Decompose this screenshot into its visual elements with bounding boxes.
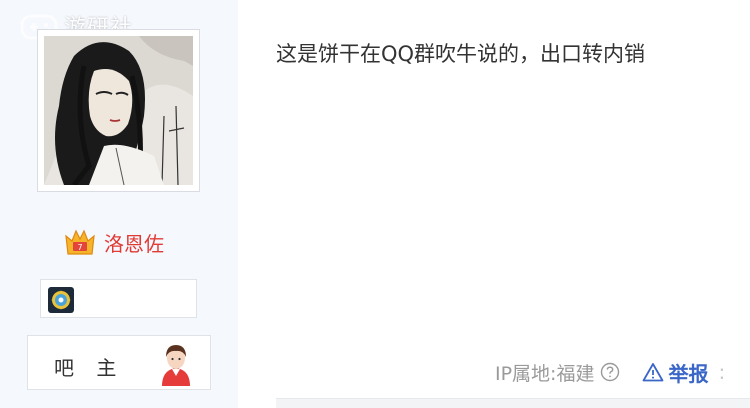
ip-location: IP属地:福建 <box>495 362 595 385</box>
post-content: 这是饼干在QQ群吹牛说的，出口转内销 IP属地:福建 举报 : <box>238 0 750 408</box>
avatar[interactable] <box>37 29 200 192</box>
username-row[interactable]: 7 洛恩佐 <box>64 226 164 258</box>
badge-box <box>40 279 197 318</box>
report-link[interactable]: 举报 <box>642 358 708 387</box>
role-label: 吧 主 <box>54 356 125 380</box>
author-sidebar: 游研社 7 洛恩佐 <box>0 0 238 408</box>
warning-triangle-icon <box>643 363 664 382</box>
svg-text:7: 7 <box>77 243 82 252</box>
reply-area-edge <box>276 398 750 408</box>
post-text: 这是饼干在QQ群吹牛说的，出口转内销 <box>276 42 646 66</box>
more-indicator: : <box>718 360 726 384</box>
role-box: 吧 主 <box>27 335 211 390</box>
post-meta: IP属地:福建 举报 : <box>495 358 725 386</box>
ink-painting-avatar <box>44 36 193 185</box>
crown-icon: 7 <box>65 229 95 255</box>
gear-badge-icon[interactable] <box>48 287 74 313</box>
bar-owner-icon <box>162 345 190 386</box>
username[interactable]: 洛恩佐 <box>104 228 164 257</box>
question-circle-icon[interactable] <box>600 362 620 382</box>
report-label[interactable]: 举报 <box>668 358 708 387</box>
